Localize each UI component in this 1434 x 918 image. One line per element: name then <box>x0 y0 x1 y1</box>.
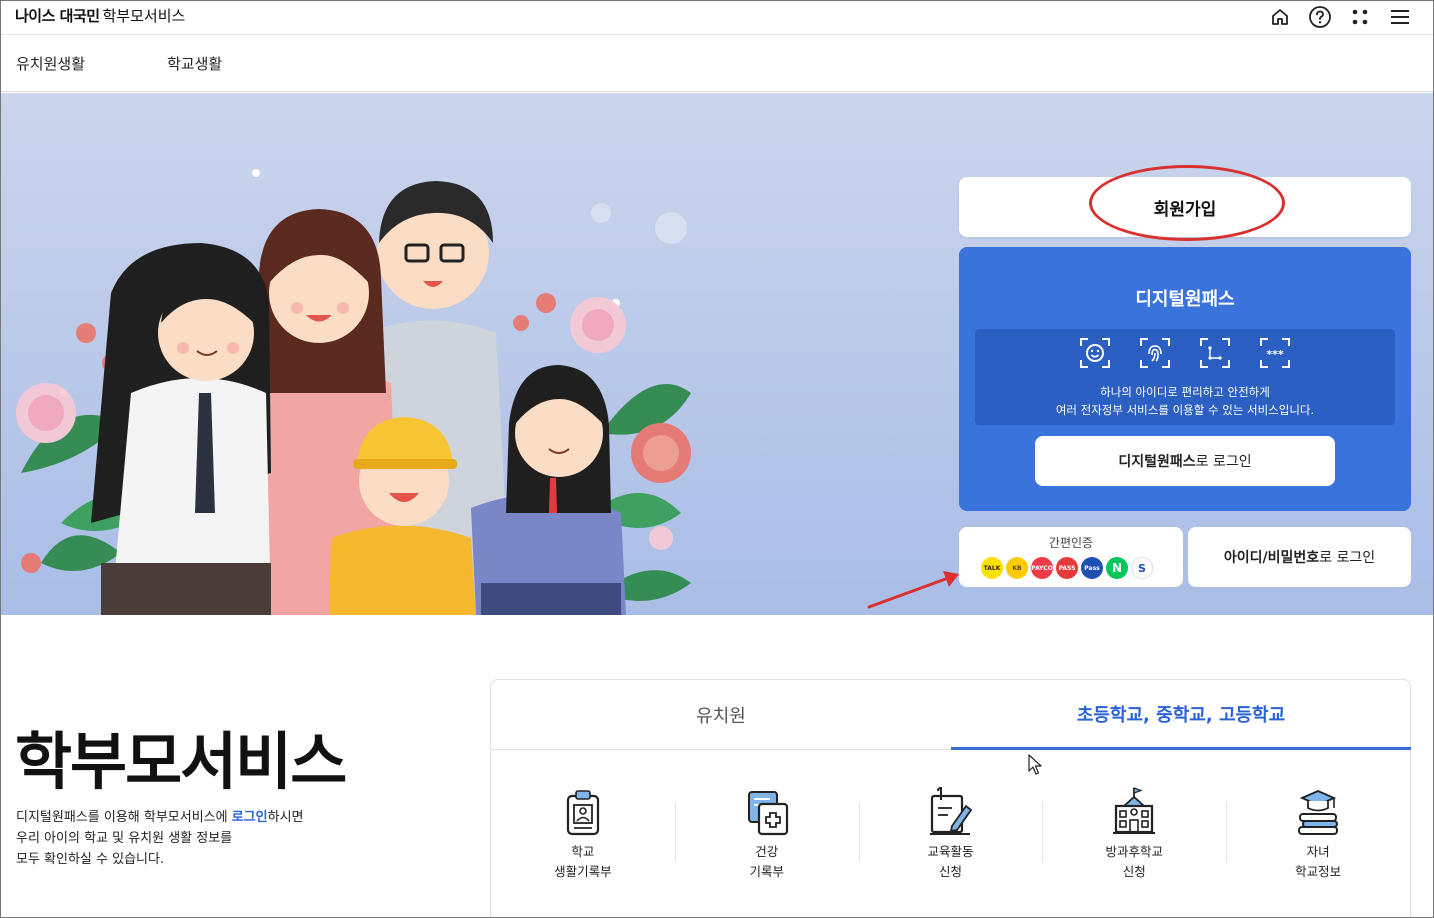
auth-method-icons: *** <box>975 337 1395 369</box>
digital-onepass-title: 디지털원패스 <box>1135 289 1235 310</box>
digital-onepass-card: 디지털원패스 *** 하나의 아이디로 편리하고 안전하게 여러 전자정부 서비… <box>959 247 1411 511</box>
id-login-bold-text: 아이디/비밀번호 <box>1223 550 1320 566</box>
intro-line-2: 우리 아이의 학교 및 유치원 생활 정보를 <box>16 831 233 846</box>
login-rest-text: 로 로그인 <box>1195 454 1252 470</box>
service-list: 학교 생활기록부 건강 기록부 교육활동 신청 방과후학교 신청 자녀 학교정보 <box>491 750 1410 910</box>
tab-kindergarten[interactable]: 유치원 <box>491 680 951 750</box>
service-label-line-1: 학교 <box>571 844 595 859</box>
service-afterschool-application[interactable]: 방과후학교신청 <box>1042 750 1226 910</box>
header-actions <box>1267 4 1413 30</box>
service-label-line-2: 생활기록부 <box>554 864 612 879</box>
tab-school[interactable]: 초등학교, 중학교, 고등학교 <box>951 680 1411 750</box>
digital-onepass-login-button[interactable]: 디지털원패스 로 로그인 <box>1035 436 1335 486</box>
service-child-school-info[interactable]: 자녀학교정보 <box>1226 750 1410 910</box>
intro-line-1-post: 하시면 <box>267 810 304 825</box>
login-bold-text: 디지털원패스 <box>1118 454 1196 470</box>
service-label-line-1: 방과후학교 <box>1105 844 1164 859</box>
graduation-books-icon <box>1298 790 1339 835</box>
school-building-icon <box>1113 787 1156 834</box>
service-label-line-2: 신청 <box>1122 864 1146 879</box>
samsung-pass-icon: Pass <box>1081 557 1103 579</box>
family-illustration <box>16 169 691 615</box>
top-header: 나이스 대국민 학부모서비스 <box>1 1 1433 35</box>
simple-auth-label: 간편인증 <box>1048 536 1094 550</box>
pattern-auth-icon <box>1200 338 1230 368</box>
logo-brand: 나이스 대국민 <box>15 7 100 25</box>
logo-service: 학부모서비스 <box>102 7 186 25</box>
service-school-record[interactable]: 학교생활기록부 <box>491 750 675 910</box>
pass-icon: PASS <box>1056 557 1078 579</box>
service-label: 자녀학교정보 <box>1226 842 1410 882</box>
desc-line-2: 여러 전자정부 서비스를 이용할 수 있는 서비스입니다. <box>1055 403 1315 417</box>
service-label: 학교생활기록부 <box>491 842 675 882</box>
digital-onepass-description: 하나의 아이디로 편리하고 안전하게 여러 전자정부 서비스를 이용할 수 있는… <box>975 383 1395 419</box>
service-health-record[interactable]: 건강기록부 <box>674 750 859 910</box>
desc-line-1: 하나의 아이디로 편리하고 안전하게 <box>1100 385 1270 399</box>
digital-onepass-info: *** 하나의 아이디로 편리하고 안전하게 여러 전자정부 서비스를 이용할 … <box>975 329 1395 425</box>
service-label-line-2: 기록부 <box>749 864 784 879</box>
simple-auth-button[interactable]: 간편인증 TALK KB PAYCO PASS Pass N S <box>959 527 1183 587</box>
home-icon[interactable] <box>1267 4 1293 30</box>
service-label-line-2: 학교정보 <box>1295 864 1342 879</box>
service-label: 교육활동신청 <box>859 842 1043 882</box>
sign-up-button[interactable]: 회원가입 <box>959 177 1411 237</box>
school-type-tabs: 유치원 초등학교, 중학교, 고등학교 <box>491 680 1411 750</box>
login-link[interactable]: 로그인 <box>232 810 268 825</box>
menu-icon[interactable] <box>1387 4 1413 30</box>
intro-text: 디지털원패스를 이용해 학부모서비스에 로그인하시면 우리 아이의 학교 및 유… <box>16 807 304 870</box>
site-logo[interactable]: 나이스 대국민 학부모서비스 <box>15 5 185 26</box>
service-label-line-1: 건강 <box>755 844 779 859</box>
fingerprint-auth-icon <box>1140 338 1170 368</box>
service-label-line-1: 자녀 <box>1306 844 1330 859</box>
intro-line-1: 디지털원패스를 이용해 학부모서비스에 로그인하시면 <box>16 807 304 828</box>
svg-text:***: *** <box>1266 348 1284 361</box>
id-password-login-button[interactable]: 아이디/비밀번호 로 로그인 <box>1188 527 1411 587</box>
service-label-line-1: 교육활동 <box>927 844 974 859</box>
nav-kindergarten-life[interactable]: 유치원생활 <box>16 53 85 74</box>
health-record-icon <box>747 791 788 836</box>
kakaotalk-icon: TALK <box>981 557 1003 579</box>
intro-line-3: 모두 확인하실 수 있습니다. <box>16 852 165 867</box>
help-icon[interactable] <box>1307 4 1333 30</box>
student-record-icon <box>566 790 599 836</box>
annotation-arrow <box>867 571 959 609</box>
hero-banner: 회원가입 디지털원패스 *** 하나의 아이디로 편리하고 안전하게 여러 전자… <box>1 93 1433 615</box>
apps-grid-icon[interactable] <box>1347 4 1373 30</box>
activity-application-icon <box>930 786 973 835</box>
app-frame: 나이스 대국민 학부모서비스 유치원생활 학교생활 회원가입 디지털원패스 **… <box>0 0 1434 918</box>
page-title: 학부모서비스 <box>15 725 347 798</box>
service-label: 건강기록부 <box>675 842 859 882</box>
face-auth-icon <box>1080 338 1110 368</box>
pin-auth-icon: *** <box>1260 338 1290 368</box>
service-label-line-2: 신청 <box>938 864 962 879</box>
kb-icon: KB <box>1006 557 1028 579</box>
intro-line-1-pre: 디지털원패스를 이용해 학부모서비스에 <box>16 810 232 825</box>
payco-icon: PAYCO <box>1031 557 1053 579</box>
nav-school-life[interactable]: 학교생활 <box>167 53 222 74</box>
service-label: 방과후학교신청 <box>1042 842 1226 882</box>
main-nav: 유치원생활 학교생활 <box>1 36 1433 92</box>
service-panel: 유치원 초등학교, 중학교, 고등학교 학교 생활기록부 건강 기록부 교육활동… <box>490 679 1411 917</box>
naver-icon: N <box>1106 557 1128 579</box>
id-login-rest-text: 로 로그인 <box>1319 550 1376 566</box>
service-activity-application[interactable]: 교육활동신청 <box>858 750 1043 910</box>
simple-auth-providers: TALK KB PAYCO PASS Pass N S <box>981 557 1153 579</box>
shinhan-icon: S <box>1131 557 1153 579</box>
